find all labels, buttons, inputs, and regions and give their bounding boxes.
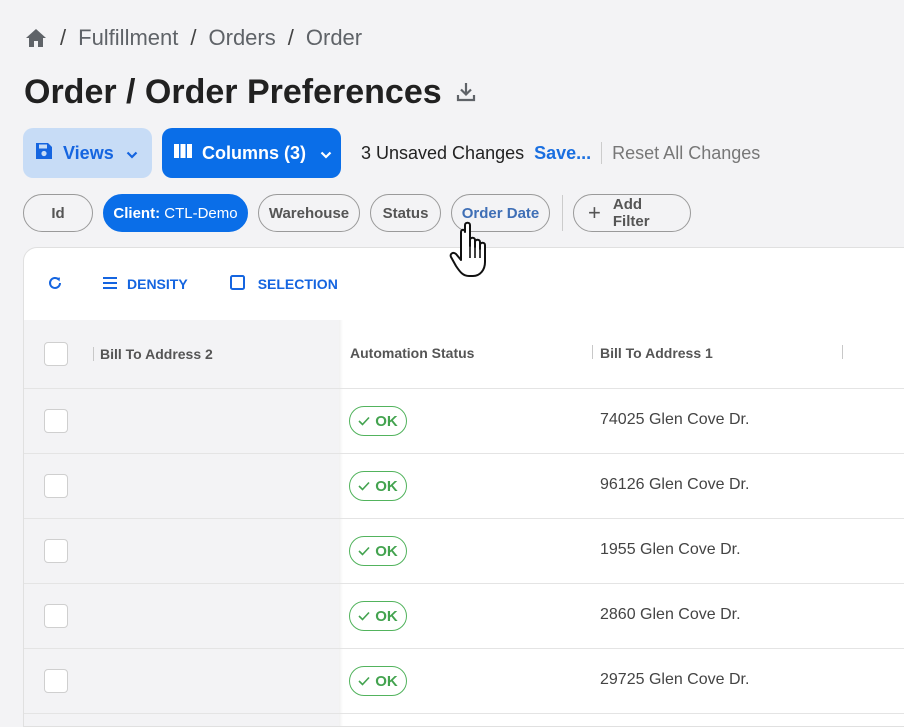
table-row[interactable]: OK 96126 Glen Cove Dr. <box>24 454 904 519</box>
filter-chip-label: Id <box>51 204 65 222</box>
breadcrumb-separator: / <box>60 25 67 50</box>
hand-pointer-cursor-icon <box>448 220 498 282</box>
page-title-row: Order / Order Preferences <box>24 70 478 114</box>
table-row[interactable]: OK 29725 Glen Cove Dr. <box>24 649 904 714</box>
add-filter-button[interactable]: + Add Filter <box>573 194 691 232</box>
select-all-checkbox[interactable] <box>44 342 68 366</box>
bill-to-address-1-cell: 1955 Glen Cove Dr. <box>600 541 741 558</box>
filter-chip-label: Warehouse <box>268 204 350 222</box>
divider <box>562 195 563 231</box>
status-badge: OK <box>349 536 407 566</box>
selection-label: SELECTION <box>257 276 338 292</box>
add-filter-label: Add Filter <box>612 196 650 230</box>
filter-bar: Id Client: CTL-Demo Warehouse Status Ord… <box>23 194 701 232</box>
density-icon <box>103 276 117 292</box>
bill-to-address-1-cell: 29725 Glen Cove Dr. <box>600 671 750 688</box>
save-link[interactable]: Save... <box>534 143 591 164</box>
status-badge-label: OK <box>375 412 398 430</box>
selection-button[interactable]: SELECTION <box>229 275 338 293</box>
chevron-down-icon <box>320 143 332 164</box>
status-badge: OK <box>349 666 407 696</box>
page-title: Order / Order Preferences <box>24 72 442 111</box>
column-header-automation-status[interactable]: Automation Status <box>350 345 474 361</box>
status-badge-label: OK <box>375 542 398 560</box>
status-badge: OK <box>349 601 407 631</box>
bill-to-address-1-cell: 2860 Glen Cove Dr. <box>600 606 741 623</box>
status-badge: OK <box>349 406 407 436</box>
data-grid: DENSITY SELECTION Bill To Address 2 Auto… <box>23 247 904 727</box>
row-checkbox[interactable] <box>44 604 68 628</box>
refresh-button[interactable] <box>47 275 63 294</box>
row-checkbox[interactable] <box>44 474 68 498</box>
columns-button[interactable]: Columns (3) <box>162 128 341 178</box>
save-disk-icon <box>35 142 53 165</box>
column-header-bill-to-address-1[interactable]: Bill To Address 1 <box>600 345 713 361</box>
density-label: DENSITY <box>127 276 188 292</box>
breadcrumb: / Fulfillment / Orders / Order <box>24 24 362 52</box>
home-icon[interactable] <box>24 26 48 50</box>
column-separator[interactable] <box>592 345 593 359</box>
row-checkbox[interactable] <box>44 669 68 693</box>
breadcrumb-separator: / <box>287 25 294 50</box>
check-icon <box>358 413 370 430</box>
status-badge-label: OK <box>375 477 398 495</box>
grid-header-row: Bill To Address 2 Automation Status Bill… <box>24 320 904 389</box>
reset-all-changes-link[interactable]: Reset All Changes <box>612 143 760 164</box>
breadcrumb-orders[interactable]: Orders <box>209 25 276 51</box>
refresh-icon <box>47 275 63 294</box>
status-badge-label: OK <box>375 672 398 690</box>
filter-chip-label: Order Date <box>461 204 540 222</box>
columns-icon <box>174 143 192 164</box>
breadcrumb-fulfillment[interactable]: Fulfillment <box>78 25 178 51</box>
breadcrumb-separator: / <box>190 25 197 50</box>
checkbox-outline-icon <box>229 275 245 293</box>
filter-chip-status[interactable]: Status <box>370 194 441 232</box>
filter-chip-label: Status <box>382 204 429 222</box>
filter-chip-value: CTL-Demo <box>160 204 238 222</box>
views-button-label: Views <box>63 142 114 163</box>
status-badge: OK <box>349 471 407 501</box>
check-icon <box>358 478 370 495</box>
check-icon <box>358 543 370 560</box>
check-icon <box>358 673 370 690</box>
download-icon[interactable] <box>454 80 478 104</box>
row-checkbox[interactable] <box>44 409 68 433</box>
bill-to-address-1-cell: 96126 Glen Cove Dr. <box>600 476 750 493</box>
filter-chip-client[interactable]: Client: CTL-Demo <box>103 194 248 232</box>
views-button[interactable]: Views <box>23 128 152 178</box>
unsaved-changes-text: 3 Unsaved Changes <box>361 142 525 163</box>
columns-button-label: Columns (3) <box>202 142 307 163</box>
density-button[interactable]: DENSITY <box>103 276 188 292</box>
column-separator[interactable] <box>842 345 843 359</box>
status-badge-label: OK <box>375 607 398 625</box>
view-toolbar: Views Columns (3) 3 Unsaved Changes Save… <box>23 128 760 178</box>
filter-chip-warehouse[interactable]: Warehouse <box>258 194 360 232</box>
breadcrumb-order[interactable]: Order <box>306 25 362 51</box>
column-separator <box>93 347 94 361</box>
plus-icon: + <box>588 200 601 225</box>
table-row[interactable]: OK 74025 Glen Cove Dr. <box>24 389 904 454</box>
table-row[interactable]: OK 1955 Glen Cove Dr. <box>24 519 904 584</box>
column-header-bill-to-address-2[interactable]: Bill To Address 2 <box>100 346 213 362</box>
check-icon <box>358 608 370 625</box>
table-row[interactable]: OK 2860 Glen Cove Dr. <box>24 584 904 649</box>
filter-chip-id[interactable]: Id <box>23 194 93 232</box>
filter-chip-key: Client: <box>113 204 161 222</box>
chevron-down-icon <box>126 143 138 164</box>
bill-to-address-1-cell: 74025 Glen Cove Dr. <box>600 411 750 428</box>
divider <box>601 142 603 164</box>
row-checkbox[interactable] <box>44 539 68 563</box>
